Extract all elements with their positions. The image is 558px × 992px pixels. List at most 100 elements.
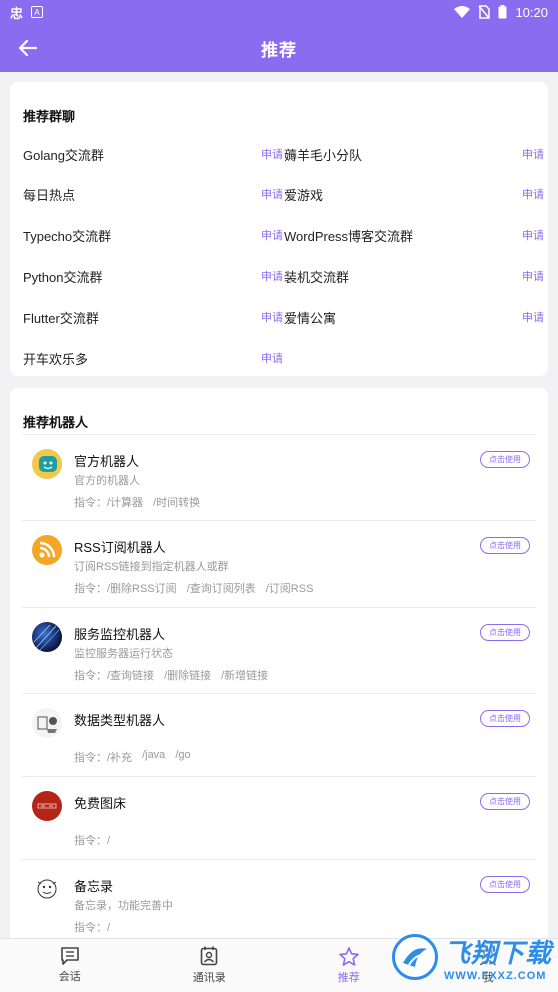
red-seal-avatar xyxy=(32,791,62,821)
group-item: Flutter交流群 申请 xyxy=(23,303,285,331)
use-bot-button[interactable]: 点击使用 xyxy=(480,710,530,727)
tab-label: 通讯录 xyxy=(192,972,226,984)
wifi-icon xyxy=(454,6,471,18)
apply-button[interactable]: 申请 xyxy=(522,227,544,243)
site-watermark: 飞翔下载 WWW.FXXZ.COM xyxy=(388,922,558,992)
command-prefix: 指令： xyxy=(74,752,107,764)
use-bot-button[interactable]: 点击使用 xyxy=(480,624,530,641)
group-item: Golang交流群 申请 xyxy=(23,140,285,168)
recommended-bots-card: 推荐机器人 官方机器人 官方的机器人 指令：/计算器 /时间转换 点击使用 RS… xyxy=(10,388,548,938)
group-name: 开车欢乐多 xyxy=(23,351,89,367)
bot-row[interactable]: 数据类型机器人 指令：/补充 /java /go 点击使用 xyxy=(22,693,536,776)
group-item: 装机交流群 申请 xyxy=(284,262,546,290)
group-item: 爱情公寓 申请 xyxy=(284,303,546,331)
tab-contacts[interactable]: 通讯录 xyxy=(140,939,280,992)
no-sim-icon xyxy=(478,5,491,19)
tab-label: 推荐 xyxy=(337,971,360,984)
groups-section-title: 推荐群聊 xyxy=(23,109,76,124)
bot-name: 服务监控机器人 xyxy=(74,627,166,642)
group-item: 开车欢乐多 申请 xyxy=(23,344,285,372)
tab-label: 会话 xyxy=(58,971,81,983)
use-bot-button[interactable]: 点击使用 xyxy=(480,793,530,810)
group-name: Golang交流群 xyxy=(23,147,104,163)
bot-commands: 指令：/删除RSS订阅 /查询订阅列表 /订阅RSS xyxy=(74,580,313,596)
bot-commands: 指令：/补充 /java /go xyxy=(74,749,191,765)
bot-command: /查询链接 xyxy=(107,670,155,682)
bot-name: 备忘录 xyxy=(74,879,114,894)
bot-command: /订阅RSS xyxy=(265,583,314,595)
page-title: 推荐 xyxy=(261,40,297,60)
bot-command: /删除链接 xyxy=(164,670,212,682)
battery-icon xyxy=(498,5,507,19)
apply-button[interactable]: 申请 xyxy=(261,350,283,366)
rss-avatar xyxy=(32,535,62,565)
use-bot-button[interactable]: 点击使用 xyxy=(480,537,530,554)
bot-command: / xyxy=(107,835,111,847)
group-item: Python交流群 申请 xyxy=(23,262,285,290)
starfield-avatar xyxy=(32,622,62,652)
status-time: 10:20 xyxy=(515,4,548,20)
bot-description: 监控服务器运行状态 xyxy=(74,648,173,660)
use-bot-button[interactable]: 点击使用 xyxy=(480,451,530,468)
group-item: 薅羊毛小分队 申请 xyxy=(284,140,546,168)
apply-button[interactable]: 申请 xyxy=(261,268,283,284)
group-item: 爱游戏 申请 xyxy=(284,180,546,208)
group-item: WordPress博客交流群 申请 xyxy=(284,221,546,249)
bot-description: 备忘录，功能完善中 xyxy=(74,900,173,912)
command-prefix: 指令： xyxy=(74,670,107,682)
bot-description: 官方的机器人 xyxy=(74,475,140,487)
bots-section-title: 推荐机器人 xyxy=(23,415,89,430)
apply-button[interactable]: 申请 xyxy=(522,309,544,325)
group-name: 爱游戏 xyxy=(284,187,324,203)
watermark-title: 飞翔下载 xyxy=(444,937,553,968)
recommended-groups-card: 推荐群聊 Golang交流群 申请 薅羊毛小分队 申请 每日热点 申请 爱游戏 … xyxy=(10,82,548,376)
bot-name: 官方机器人 xyxy=(74,454,140,469)
group-name: 薅羊毛小分队 xyxy=(284,147,363,163)
bot-row[interactable]: 服务监控机器人 监控服务器运行状态 指令：/查询链接 /删除链接 /新增链接 点… xyxy=(22,607,536,693)
apply-button[interactable]: 申请 xyxy=(261,186,283,202)
watermark-logo-icon xyxy=(392,934,438,980)
app-bar: 推荐 xyxy=(0,24,558,72)
bot-commands: 指令：/ xyxy=(74,919,110,935)
group-item: 每日热点 申请 xyxy=(23,180,285,208)
sketch-avatar xyxy=(32,708,62,738)
bot-command: /计算器 xyxy=(107,497,144,509)
bot-name: 数据类型机器人 xyxy=(74,713,166,728)
mascot-avatar xyxy=(32,449,62,479)
bot-name: RSS订阅机器人 xyxy=(74,540,166,555)
group-name: 每日热点 xyxy=(23,187,76,203)
back-button[interactable] xyxy=(14,34,42,62)
apply-button[interactable]: 申请 xyxy=(261,227,283,243)
apply-button[interactable]: 申请 xyxy=(522,186,544,202)
contacts-icon xyxy=(200,946,218,966)
chat-icon xyxy=(60,947,79,965)
command-prefix: 指令： xyxy=(74,497,107,509)
bot-command: /java xyxy=(142,749,166,761)
group-name: Typecho交流群 xyxy=(23,228,112,244)
group-name: 装机交流群 xyxy=(284,269,350,285)
apply-button[interactable]: 申请 xyxy=(522,268,544,284)
bot-row[interactable]: 免费图床 指令：/ 点击使用 xyxy=(22,776,536,859)
group-name: WordPress博客交流群 xyxy=(284,228,414,244)
tab-chats[interactable]: 会话 xyxy=(0,939,140,992)
arrow-left-icon xyxy=(19,40,37,56)
main-content[interactable]: 推荐群聊 Golang交流群 申请 薅羊毛小分队 申请 每日热点 申请 爱游戏 … xyxy=(0,72,558,938)
star-icon xyxy=(338,946,359,966)
group-item: Typecho交流群 申请 xyxy=(23,221,285,249)
bot-command: / xyxy=(107,922,111,934)
bot-row[interactable]: RSS订阅机器人 订阅RSS链接到指定机器人或群 指令：/删除RSS订阅 /查询… xyxy=(22,520,536,607)
status-bar: 忠 A 10:20 xyxy=(0,0,558,24)
apply-button[interactable]: 申请 xyxy=(261,146,283,162)
notification-a-icon: A xyxy=(31,6,44,18)
command-prefix: 指令： xyxy=(74,583,107,595)
apply-button[interactable]: 申请 xyxy=(261,309,283,325)
use-bot-button[interactable]: 点击使用 xyxy=(480,876,530,893)
bot-command: /新增链接 xyxy=(221,670,269,682)
watermark-url: WWW.FXXZ.COM xyxy=(444,969,547,982)
doodle-avatar xyxy=(32,874,62,904)
group-name: 爱情公寓 xyxy=(284,310,337,326)
bot-row[interactable]: 官方机器人 官方的机器人 指令：/计算器 /时间转换 点击使用 xyxy=(22,434,536,520)
apply-button[interactable]: 申请 xyxy=(522,146,544,162)
bot-commands: 指令：/查询链接 /删除链接 /新增链接 xyxy=(74,667,268,683)
command-prefix: 指令： xyxy=(74,835,107,847)
